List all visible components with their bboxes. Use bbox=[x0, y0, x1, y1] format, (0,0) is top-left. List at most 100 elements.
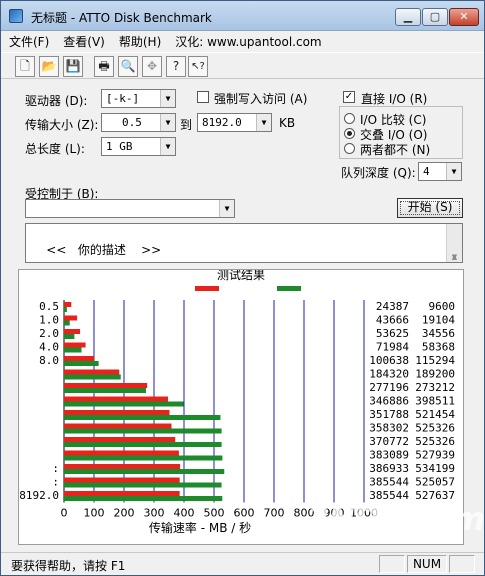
write-value-label: 24387 bbox=[376, 300, 409, 313]
queue-depth-select[interactable]: 4 ▼ bbox=[418, 162, 462, 181]
read-value-label: 534199 bbox=[415, 462, 455, 475]
read-bar bbox=[64, 388, 146, 393]
menu-view[interactable]: 查看(V) bbox=[63, 33, 105, 50]
direct-io-checkbox[interactable]: ✓ bbox=[343, 91, 355, 103]
chevron-down-icon[interactable]: ▼ bbox=[160, 138, 175, 155]
neither-radio[interactable] bbox=[344, 143, 355, 154]
read-value-label: 58368 bbox=[422, 341, 455, 354]
print-icon[interactable]: 🖶 bbox=[94, 56, 114, 77]
minimize-button[interactable]: ▁ bbox=[395, 8, 421, 26]
y-category-label: 2.0 bbox=[39, 327, 59, 340]
read-value-label: 525326 bbox=[415, 422, 455, 435]
chevron-down-icon[interactable]: ▼ bbox=[160, 114, 175, 131]
status-pane-scroll bbox=[449, 555, 475, 573]
window-title: 无标题 - ATTO Disk Benchmark bbox=[31, 11, 212, 25]
read-value-label: 398511 bbox=[415, 395, 455, 408]
total-length-select[interactable]: 1 GB ▼ bbox=[101, 137, 176, 156]
kb-label: KB bbox=[279, 116, 296, 130]
description-textarea[interactable]: << 你的描述 >> ▲ ▼ bbox=[25, 223, 463, 263]
description-scrollbar[interactable]: ▲ ▼ bbox=[446, 224, 462, 262]
total-length-label: 总长度 (L): bbox=[25, 142, 85, 156]
transfer-from-select[interactable]: 0.5 ▼ bbox=[101, 113, 176, 132]
y-category-label: 8.0 bbox=[39, 354, 59, 367]
queue-depth-value: 4 bbox=[423, 165, 430, 178]
results-title: 测试结果 bbox=[217, 270, 265, 282]
transfer-to-select[interactable]: 8192.0 ▼ bbox=[197, 113, 272, 132]
menu-help[interactable]: 帮助(H) bbox=[119, 33, 161, 50]
chevron-down-icon[interactable]: ▼ bbox=[219, 200, 234, 217]
read-bar bbox=[64, 401, 184, 407]
scroll-down-icon[interactable]: ▼ bbox=[447, 253, 462, 261]
force-write-checkbox[interactable] bbox=[197, 91, 209, 103]
overlap-io-radio[interactable] bbox=[344, 128, 355, 139]
drive-value: [-k-] bbox=[106, 92, 140, 105]
queue-depth-label: 队列深度 (Q): bbox=[341, 166, 416, 180]
write-bar bbox=[64, 410, 170, 415]
app-window: 无标题 - ATTO Disk Benchmark ▁ ▢ ✕ 文件(F) 查看… bbox=[0, 0, 485, 576]
context-help-icon[interactable]: ↖? bbox=[188, 56, 208, 77]
read-bar bbox=[64, 415, 221, 420]
write-bar bbox=[64, 356, 95, 361]
write-bar bbox=[64, 329, 81, 334]
write-value-label: 346886 bbox=[369, 395, 409, 408]
write-bar bbox=[64, 491, 180, 496]
drive-select[interactable]: [-k-] ▼ bbox=[101, 89, 176, 108]
maximize-button[interactable]: ▢ bbox=[422, 8, 448, 26]
status-pane-num: NUM bbox=[407, 555, 447, 573]
watermark-logo: 2NDS.com bbox=[307, 500, 485, 538]
write-bar bbox=[64, 396, 169, 402]
save-icon[interactable]: 💾 bbox=[63, 56, 83, 77]
transfer-from-value: 0.5 bbox=[122, 116, 142, 129]
write-value-label: 277196 bbox=[369, 381, 409, 394]
x-tick-label: 100 bbox=[84, 507, 105, 520]
title-bar[interactable]: 无标题 - ATTO Disk Benchmark ▁ ▢ ✕ bbox=[1, 1, 484, 31]
write-bar bbox=[64, 315, 78, 321]
drive-label: 驱动器 (D): bbox=[25, 94, 88, 108]
read-value-label: 34556 bbox=[422, 327, 455, 340]
read-value-label: 527939 bbox=[415, 449, 455, 462]
print-preview-icon[interactable]: 🔍 bbox=[118, 56, 138, 77]
write-bar bbox=[64, 477, 180, 483]
start-button[interactable]: 开始 (S) bbox=[397, 198, 463, 218]
neither-label: 两者都不 (N) bbox=[360, 143, 431, 157]
read-value-label: 521454 bbox=[415, 408, 455, 421]
open-folder-icon[interactable]: 📂 bbox=[39, 56, 59, 77]
write-value-label: 370772 bbox=[369, 435, 409, 448]
write-value-label: 53625 bbox=[376, 327, 409, 340]
read-bar bbox=[64, 361, 99, 366]
transfer-size-label: 传输大小 (Z): bbox=[25, 118, 99, 132]
x-tick-label: 500 bbox=[204, 507, 225, 520]
new-file-icon[interactable]: 🗋 bbox=[15, 56, 35, 77]
x-tick-label: 700 bbox=[264, 507, 285, 520]
read-bar bbox=[64, 482, 222, 488]
y-category-label: : bbox=[52, 476, 59, 489]
write-bar bbox=[64, 450, 179, 456]
write-bar bbox=[64, 369, 120, 375]
help-icon[interactable]: ? bbox=[166, 56, 186, 77]
read-value-label: 273212 bbox=[415, 381, 455, 394]
description-text: << 你的描述 >> bbox=[46, 243, 162, 257]
controlled-by-select[interactable]: ▼ bbox=[25, 199, 235, 218]
chevron-down-icon[interactable]: ▼ bbox=[446, 163, 461, 180]
menu-localization[interactable]: 汉化: www.upantool.com bbox=[175, 33, 321, 50]
write-value-label: 43666 bbox=[376, 314, 409, 327]
write-value-label: 100638 bbox=[369, 354, 409, 367]
write-value-label: 184320 bbox=[369, 368, 409, 381]
write-bar bbox=[64, 342, 86, 348]
chevron-down-icon[interactable]: ▼ bbox=[256, 114, 271, 131]
read-bar bbox=[64, 428, 222, 434]
write-value-label: 385544 bbox=[369, 476, 409, 489]
io-compare-radio[interactable] bbox=[344, 113, 355, 124]
app-icon bbox=[9, 9, 23, 23]
close-button[interactable]: ✕ bbox=[449, 8, 479, 26]
read-bar bbox=[64, 374, 121, 380]
write-bar bbox=[64, 437, 176, 442]
chevron-down-icon[interactable]: ▼ bbox=[160, 90, 175, 107]
status-bar: 要获得帮助，请按 F1 NUM bbox=[1, 552, 484, 575]
read-value-label: 525326 bbox=[415, 435, 455, 448]
move-icon[interactable]: ✥ bbox=[142, 56, 162, 77]
menu-file[interactable]: 文件(F) bbox=[9, 33, 49, 50]
write-bar bbox=[64, 302, 72, 307]
legend-write-swatch bbox=[195, 286, 219, 291]
read-bar bbox=[64, 307, 67, 312]
